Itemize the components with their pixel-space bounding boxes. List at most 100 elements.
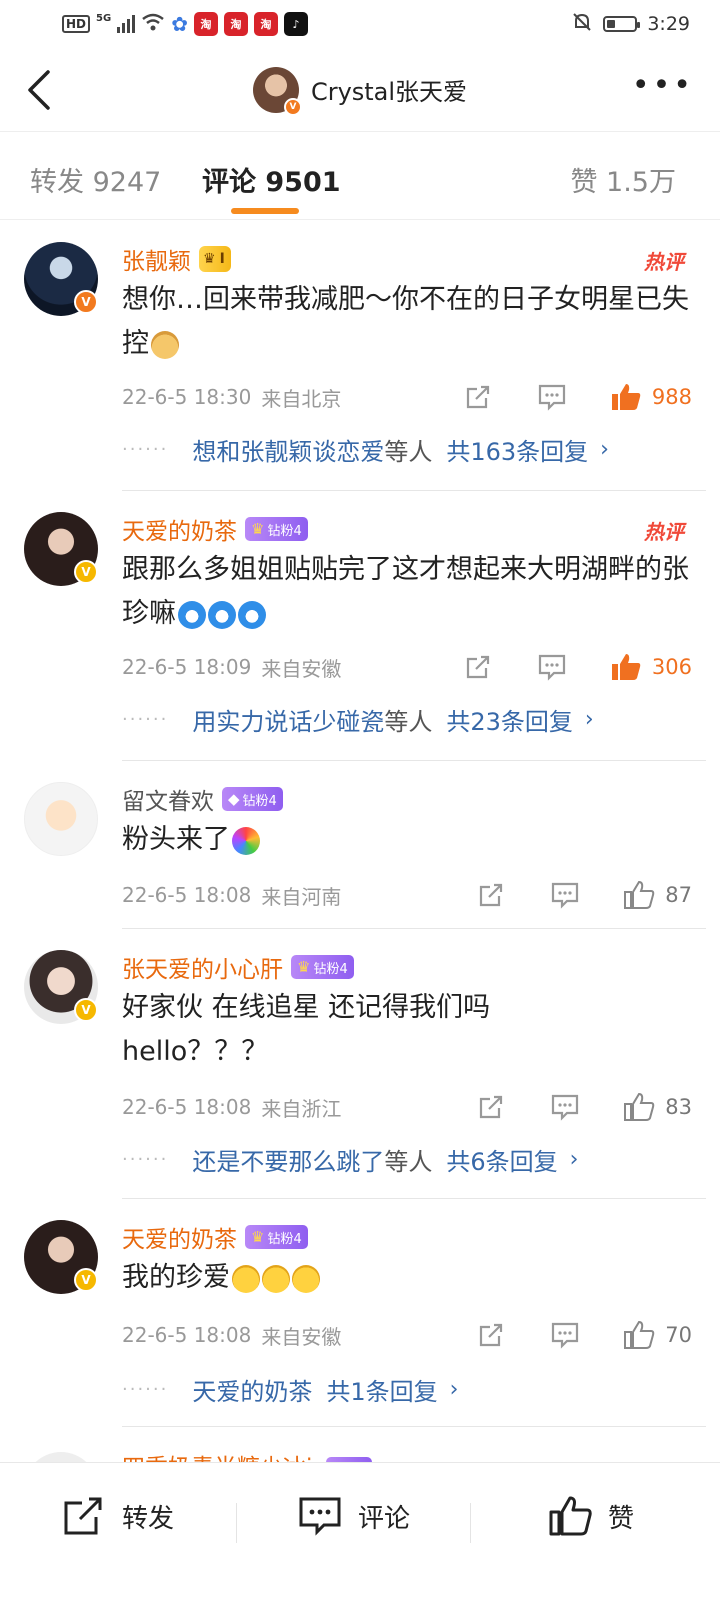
commenter-name[interactable]: 天爱的奶茶 [122, 512, 237, 546]
reply-icon[interactable] [549, 1092, 581, 1122]
avatar[interactable]: V [24, 512, 98, 586]
rainbow-emoji-icon [232, 826, 260, 855]
commenter-name[interactable]: 天爱的奶茶 [122, 1220, 237, 1254]
crown-icon: ♛ [251, 520, 265, 538]
like-button[interactable]: 988 [610, 382, 692, 412]
paw-icon: ✿ [171, 12, 188, 36]
reply-summary[interactable]: ······ 还是不要那么跳了 等人 共6条回复 › [122, 1142, 578, 1177]
like-button[interactable]: 70 [623, 1320, 692, 1350]
comment-location: 来自河南 [261, 884, 342, 909]
thumbs-up-icon [624, 880, 655, 909]
chevron-right-icon: › [449, 1377, 459, 1402]
chevron-left-icon [28, 70, 50, 110]
comment-location: 来自安徽 [261, 656, 342, 681]
tab-bar: 转发 9247 评论 9501 赞 1.5万 [0, 132, 720, 220]
bottom-action-bar: 转发 评论 赞 [0, 1462, 720, 1600]
like-count: 306 [651, 655, 692, 679]
tiktok-app-icon: ♪ [283, 12, 308, 36]
avatar[interactable]: V [24, 1220, 98, 1294]
commenter-name[interactable]: 张靓颖 [122, 242, 191, 276]
fan-badge: ◆ 钻粉4 [222, 787, 283, 811]
avatar[interactable]: V [24, 242, 98, 316]
divider [122, 928, 706, 929]
hot-comment-tag: 热评 [644, 520, 684, 544]
like-button[interactable]: 83 [623, 1092, 692, 1122]
divider [122, 490, 706, 491]
crown-icon: ♛ [251, 1228, 265, 1246]
divider [236, 1503, 237, 1543]
divider [122, 1426, 706, 1427]
tab-repost[interactable]: 转发 9247 [30, 160, 161, 199]
divider [122, 760, 706, 761]
divider [470, 1503, 471, 1543]
reply-summary[interactable]: ······ 想和张靓颖谈恋爱 等人 共163条回复 › [122, 432, 609, 467]
share-icon[interactable] [475, 880, 507, 910]
doraemon-emoji-icon [178, 600, 206, 629]
comment-button[interactable]: 评论 [298, 1495, 410, 1537]
comment-date: 22-6-5 18:08 [122, 1095, 252, 1119]
commenter-name[interactable]: 留文眷欢 [122, 782, 214, 816]
laughing-emoji-icon [292, 1264, 320, 1293]
reply-icon[interactable] [536, 382, 568, 412]
more-icon[interactable]: ••• [632, 71, 694, 101]
like-count: 83 [665, 1095, 692, 1119]
commenter-name[interactable]: 张天爱的小心肝 [122, 950, 283, 984]
share-icon [64, 1497, 102, 1535]
verified-badge-icon: V [74, 290, 98, 314]
verified-badge-icon: V [74, 998, 98, 1022]
chevron-right-icon: › [600, 437, 609, 462]
like-button[interactable]: 赞 [548, 1495, 634, 1537]
share-icon[interactable] [462, 382, 494, 412]
taobao-app-icon: 淘 [193, 12, 218, 36]
comment-text: 好家伙 在线追星 还记得我们吗 hello？？？ [122, 992, 491, 1067]
repost-button[interactable]: 转发 [62, 1495, 174, 1537]
avatar[interactable]: V [252, 66, 302, 116]
author-header[interactable]: V Crystal张天爱 [252, 66, 467, 116]
reply-icon[interactable] [549, 1320, 581, 1350]
crown-icon: ♛ [297, 958, 311, 976]
avatar[interactable] [24, 782, 98, 856]
comment-location: 来自北京 [261, 386, 342, 411]
back-button[interactable] [22, 68, 62, 112]
share-icon[interactable] [475, 1320, 507, 1350]
top-nav: V Crystal张天爱 ••• [0, 48, 720, 132]
comment-date: 22-6-5 18:08 [122, 1323, 252, 1347]
verified-badge-icon: V [283, 97, 302, 116]
signal-icon [117, 15, 136, 33]
crown-icon: ♛ [203, 251, 216, 267]
reply-summary[interactable]: ······ 天爱的奶茶 共1条回复 › [122, 1372, 458, 1407]
verified-badge-icon: V [74, 1268, 98, 1292]
thumbs-up-icon [624, 1092, 655, 1121]
doraemon-emoji-icon [238, 600, 266, 629]
avatar[interactable]: V [24, 950, 98, 1024]
comment-location: 来自安徽 [261, 1324, 342, 1349]
comment-text: 我的珍爱 [122, 1256, 692, 1300]
doraemon-emoji-icon [208, 600, 236, 629]
reply-summary[interactable]: ······ 用实力说话少碰瓷 等人 共23条回复 › [122, 702, 594, 737]
like-count: 87 [665, 883, 692, 907]
like-button[interactable]: 87 [623, 880, 692, 910]
reply-icon[interactable] [536, 652, 568, 682]
like-count: 988 [651, 385, 692, 409]
tab-comments[interactable]: 评论 9501 [202, 160, 341, 199]
doge-emoji-icon [151, 330, 179, 359]
share-icon[interactable] [475, 1092, 507, 1122]
tab-likes[interactable]: 赞 1.5万 [570, 160, 676, 199]
laughing-emoji-icon [262, 1264, 290, 1293]
comment-date: 22-6-5 18:08 [122, 883, 252, 907]
status-bar: HD 5G ✿ 淘 淘 淘 ♪ 3:29 [0, 0, 720, 48]
comment-location: 来自浙江 [261, 1096, 342, 1121]
thumbs-up-icon [624, 1320, 655, 1349]
taobao-app-icon: 淘 [253, 12, 278, 36]
divider [122, 1198, 706, 1199]
fan-badge: ♛ 钻粉4 [245, 1225, 308, 1249]
battery-icon [603, 16, 641, 32]
reply-icon[interactable] [549, 880, 581, 910]
network-type: 5G [96, 12, 112, 24]
laughing-emoji-icon [232, 1264, 260, 1293]
wifi-icon [141, 12, 165, 37]
share-icon[interactable] [462, 652, 494, 682]
diamond-icon: ◆ [228, 790, 240, 808]
comment-text: 粉头来了 [122, 818, 692, 862]
like-button[interactable]: 306 [610, 652, 692, 682]
